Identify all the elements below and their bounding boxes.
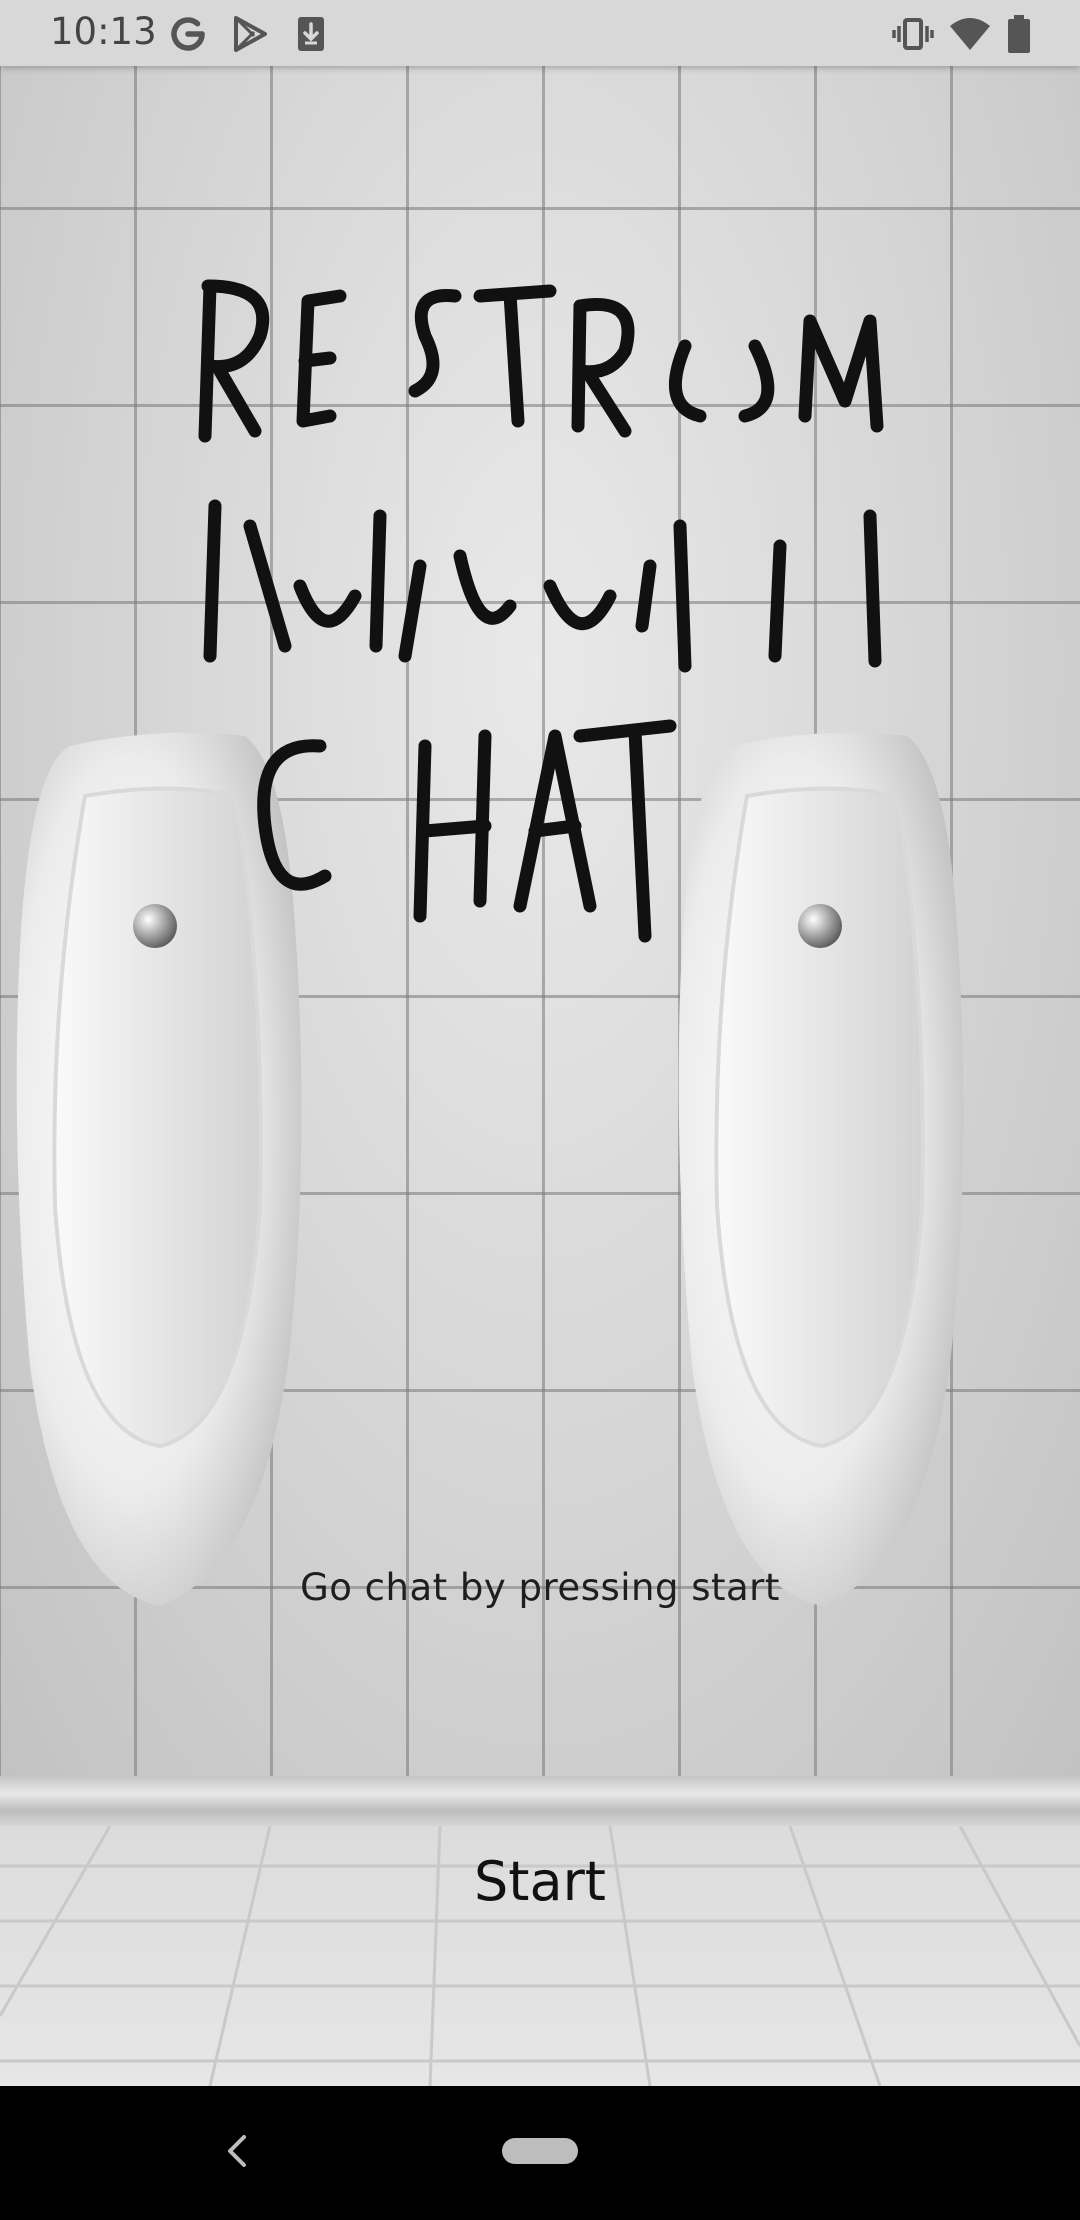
wifi-icon bbox=[950, 18, 990, 50]
battery-icon bbox=[1008, 15, 1030, 53]
baseboard bbox=[0, 1776, 1080, 1826]
status-bar: 10:13 bbox=[0, 0, 1080, 66]
vibrate-icon bbox=[892, 18, 934, 50]
navigation-bar bbox=[0, 2086, 1080, 2220]
play-store-icon bbox=[234, 16, 267, 52]
status-time: 10:13 bbox=[50, 10, 157, 53]
instruction-text: Go chat by pressing start bbox=[300, 1566, 780, 1609]
back-icon[interactable] bbox=[222, 2131, 252, 2171]
restroom-chat-logo bbox=[198, 279, 884, 943]
restroom-background: Go chat by pressing start Start bbox=[0, 66, 1080, 2086]
download-icon bbox=[298, 17, 324, 51]
home-pill-button[interactable] bbox=[502, 2138, 578, 2164]
app-screen: 10:13 Go chat by pressing start Start bbox=[0, 0, 1080, 2220]
start-button[interactable]: Start bbox=[390, 1826, 690, 1936]
google-icon bbox=[171, 17, 205, 51]
